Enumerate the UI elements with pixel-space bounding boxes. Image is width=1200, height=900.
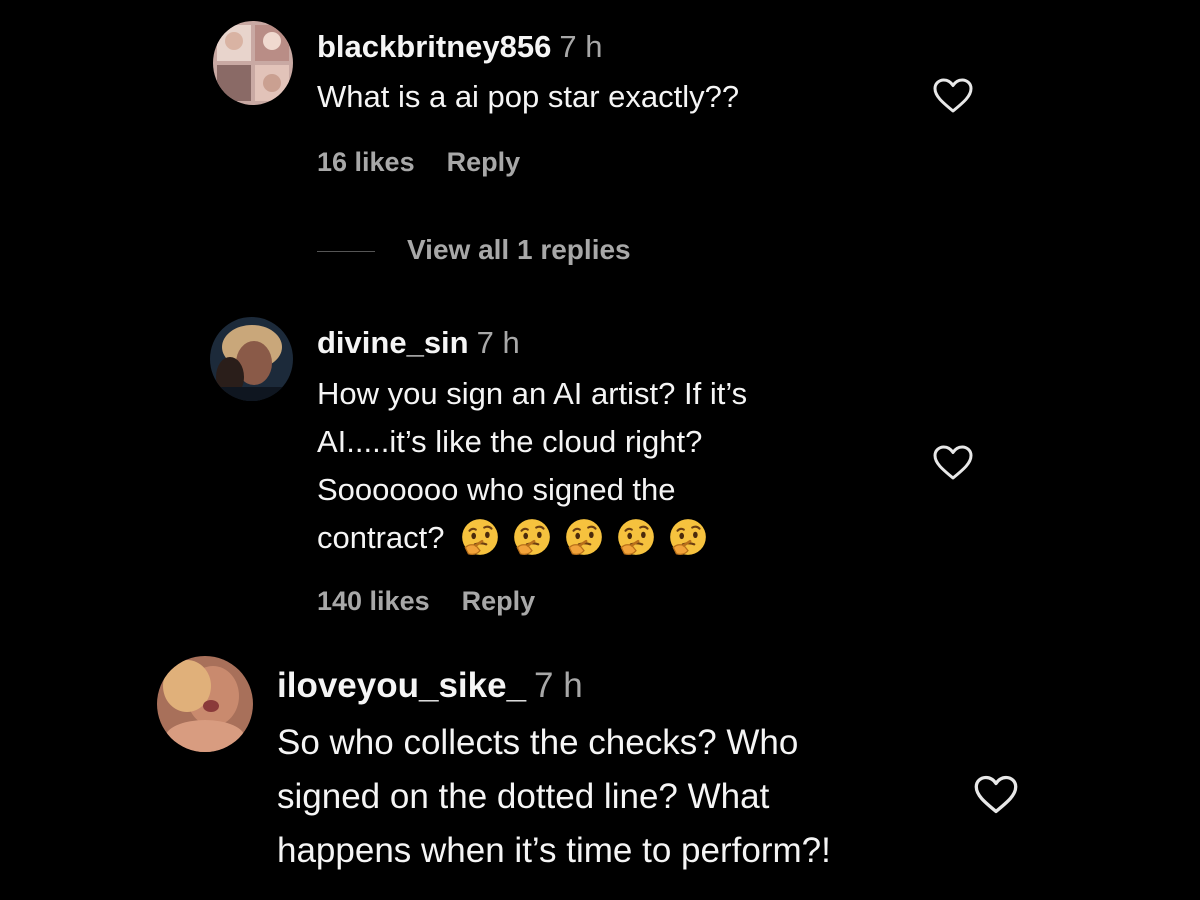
timestamp: 7 h	[476, 325, 520, 360]
thinking-face-emoji	[669, 519, 706, 556]
comment-text-last-line: contract?	[317, 514, 747, 562]
heart-outline-icon[interactable]	[973, 774, 1019, 816]
timestamp: 7 h	[534, 666, 583, 705]
heart-outline-icon[interactable]	[932, 444, 974, 482]
comment-text-line: happens when it’s time to perform?!	[277, 831, 831, 870]
comment-text-line: How you sign an AI artist? If it’s	[317, 376, 748, 411]
reply-button[interactable]: Reply	[462, 586, 536, 616]
comment-text: What is a ai pop star exactly??	[317, 79, 740, 114]
comment-header: iloveyou_sike_ 7 h	[277, 668, 583, 703]
thinking-face-emoji	[513, 519, 550, 556]
likes-count[interactable]: 16 likes	[317, 147, 415, 177]
avatar[interactable]	[210, 317, 293, 401]
username[interactable]: divine_sin	[317, 325, 469, 360]
comment-actions: 140 likes Reply	[317, 588, 535, 615]
comment-header: blackbritney856 7 h	[317, 31, 602, 62]
likes-count[interactable]: 140 likes	[317, 586, 430, 616]
comment-actions: 16 likes Reply	[317, 149, 520, 176]
comment-text-line: So who collects the checks? Who	[277, 723, 799, 762]
comment-text-line: signed on the dotted line? What	[277, 777, 770, 816]
comment-text-line: Sooooooo who signed the	[317, 472, 676, 507]
avatar[interactable]	[213, 21, 293, 105]
avatar[interactable]	[157, 656, 253, 752]
comment-text: How you sign an AI artist? If it’s AI...…	[317, 370, 747, 562]
view-replies-label: View all 1 replies	[407, 234, 631, 265]
comment-text: So who collects the checks? Who signed o…	[277, 716, 831, 878]
username[interactable]: blackbritney856	[317, 29, 551, 64]
replies-divider	[317, 251, 375, 253]
view-replies-button[interactable]: View all 1 replies	[317, 236, 631, 264]
thinking-face-emoji	[617, 519, 654, 556]
comment-text-line: AI.....it’s like the cloud right?	[317, 424, 703, 459]
emoji-row	[449, 519, 709, 556]
heart-outline-icon[interactable]	[932, 77, 974, 115]
thinking-face-emoji	[565, 519, 602, 556]
comment-text-line: contract?	[317, 520, 445, 555]
username[interactable]: iloveyou_sike_	[277, 666, 526, 705]
comment-header: divine_sin 7 h	[317, 327, 520, 358]
reply-button[interactable]: Reply	[447, 147, 521, 177]
thinking-face-emoji	[461, 519, 498, 556]
timestamp: 7 h	[559, 29, 603, 64]
